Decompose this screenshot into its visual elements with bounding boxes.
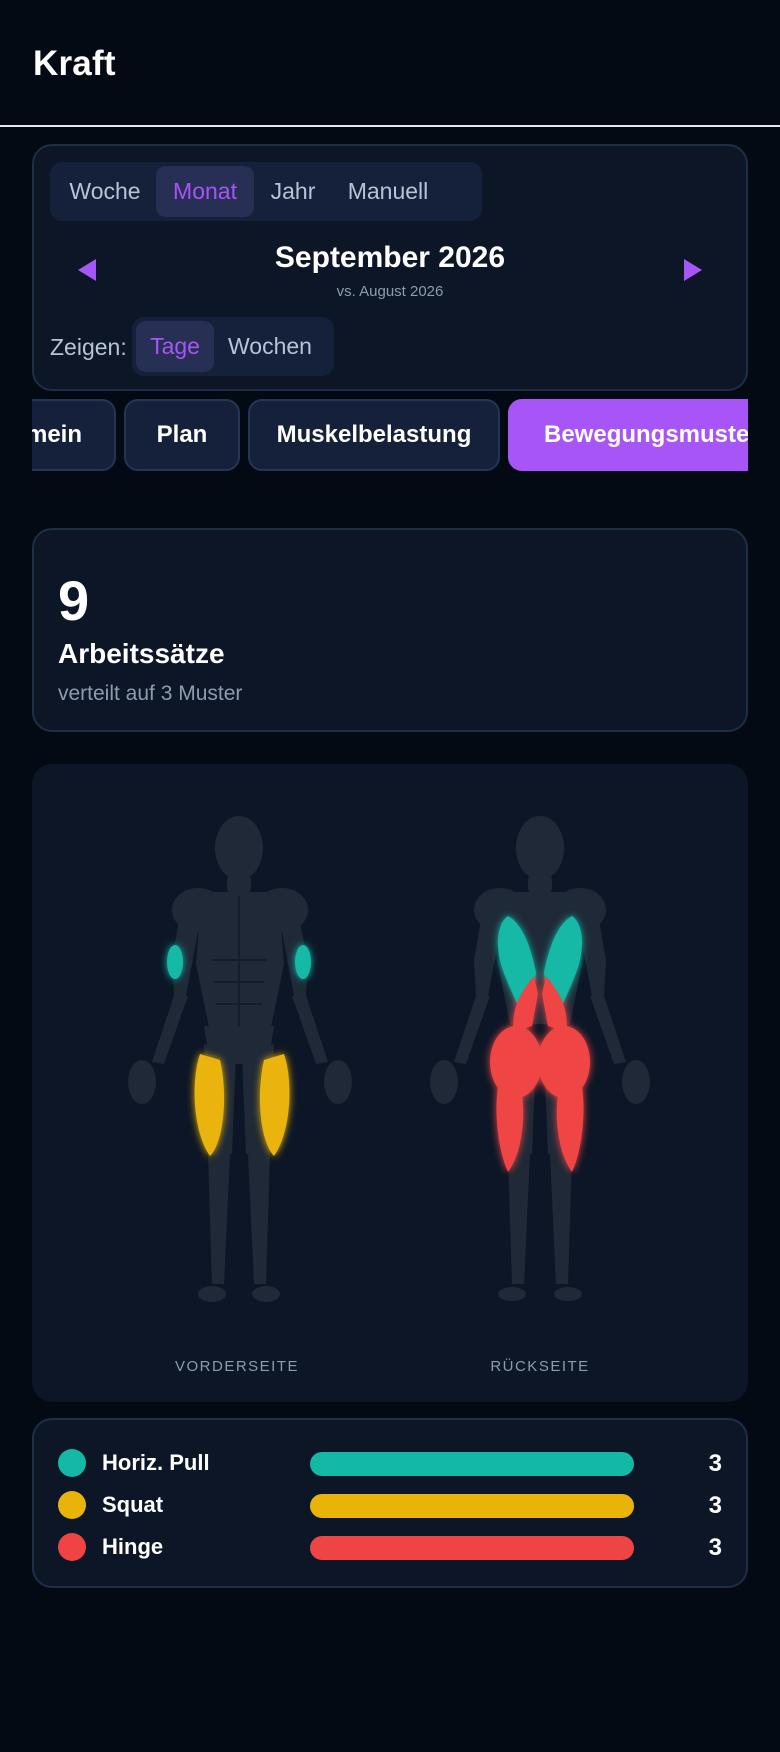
front-biceps-right-highlight [295, 945, 311, 979]
front-view-label: VORDERSEITE [174, 1358, 300, 1375]
show-label: Zeigen: [50, 334, 127, 360]
legend-name: Hinge [102, 1534, 164, 1559]
legend-bar-fill [310, 1452, 634, 1476]
granularity-option-tage[interactable]: Tage [136, 321, 214, 372]
period-selector-card: Woche Monat Jahr Manuell September 2026 … [32, 144, 748, 391]
legend-name: Horiz. Pull [102, 1450, 210, 1475]
period-option-monat[interactable]: Monat [156, 166, 254, 217]
legend-value: 3 [708, 1450, 722, 1477]
legend-name: Squat [102, 1492, 164, 1517]
working-sets-label: Arbeitssätze [58, 638, 225, 669]
legend-value: 3 [708, 1492, 722, 1519]
legend-bar [310, 1452, 634, 1476]
period-option-woche[interactable]: Woche [54, 166, 156, 217]
legend-dot-squat [58, 1491, 86, 1519]
back-glute-right-highlight [538, 1026, 590, 1098]
front-biceps-left-highlight [167, 945, 183, 979]
legend-value: 3 [708, 1534, 722, 1561]
period-segmented-control: Woche Monat Jahr Manuell [50, 162, 482, 221]
app-header: Kraft [0, 0, 780, 127]
tab-bewegungsmuster[interactable]: Bewegungsmuster [508, 399, 748, 471]
legend-bar-fill [310, 1494, 634, 1518]
tab-allgemein[interactable]: mein [32, 399, 116, 471]
front-figure [128, 816, 352, 1302]
period-option-jahr[interactable]: Jahr [254, 166, 332, 217]
comparison-label: vs. August 2026 [336, 283, 444, 300]
legend-dot-horiz-pull [58, 1449, 86, 1477]
tab-muskelbelastung[interactable]: Muskelbelastung [248, 399, 500, 471]
tab-plan[interactable]: Plan [124, 399, 240, 471]
working-sets-value: 9 [58, 569, 90, 632]
legend-row-hinge: Hinge 3 [34, 1530, 746, 1562]
back-glute-left-highlight [490, 1026, 542, 1098]
body-map-card: VORDERSEITE RÜCKSEITE [32, 764, 748, 1402]
period-option-manuell[interactable]: Manuell [332, 166, 444, 217]
section-tabs: mein Plan Muskelbelastung Bewegungsmuste… [32, 399, 748, 473]
next-month-arrow-icon[interactable] [684, 259, 702, 281]
legend-bar [310, 1536, 634, 1560]
pattern-legend-card: Horiz. Pull 3 Squat 3 Hinge 3 [32, 1418, 748, 1588]
legend-row-horiz-pull: Horiz. Pull 3 [34, 1446, 746, 1478]
legend-bar-fill [310, 1536, 634, 1560]
legend-bar [310, 1494, 634, 1518]
granularity-segmented-control: Tage Wochen [132, 317, 334, 376]
body-map-illustration [128, 816, 650, 1302]
working-sets-card: 9 Arbeitssätze verteilt auf 3 Muster [32, 528, 748, 732]
legend-row-squat: Squat 3 [34, 1488, 746, 1520]
back-view-label: RÜCKSEITE [490, 1358, 590, 1375]
back-figure [430, 816, 650, 1301]
page-title: Kraft [33, 44, 116, 83]
granularity-option-wochen[interactable]: Wochen [214, 321, 326, 372]
current-month-label: September 2026 [274, 241, 506, 274]
working-sets-subtitle: verteilt auf 3 Muster [58, 682, 243, 705]
legend-dot-hinge [58, 1533, 86, 1561]
